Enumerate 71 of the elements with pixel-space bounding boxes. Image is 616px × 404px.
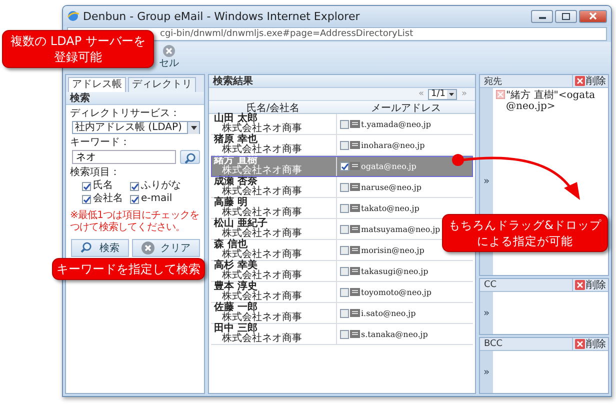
result-row[interactable]: 高杉 幸美 株式会社ネオ商事 takasugi@neo.jp [211,261,473,282]
company-name: 株式会社ネオ商事 [222,208,303,218]
result-row[interactable]: 山田 太郎 株式会社ネオ商事 t.yamada@neo.jp [211,114,473,135]
window-title: Denbun - Group eMail - Windows Internet Explorer [83,10,360,22]
company-name: 株式会社ネオ商事 [221,313,303,323]
panel-header: 検索結果 [209,75,475,88]
recipient-label: BCC [484,339,503,349]
company-name: 株式会社ネオ商事 [222,292,303,302]
company-name: 株式会社ネオ商事 [222,166,303,176]
contact-name: 高藤 明 [214,198,248,208]
search-button[interactable]: 検索 [70,239,128,257]
result-row[interactable]: 田中 三郎 株式会社ネオ商事 s.tanaka@neo.jp [211,324,473,345]
email-address: takasugi@neo.jp [361,266,428,276]
email-address: takato@neo.jp [361,204,420,212]
company-name: 株式会社ネオ商事 [222,250,303,260]
recipient-entry[interactable]: "緒方 直樹"<ogata@neo.jp> [506,90,605,112]
tab[interactable]: ディレクトリ [128,77,196,92]
email-address: toyomoto@neo.jp [361,288,432,296]
email-address: s.tanaka@neo.jp [361,330,428,338]
field-label: 検索項目： [70,167,121,178]
delete-button[interactable]: 削除 [572,278,608,292]
contact-name: 豊本 淳史 [214,282,258,292]
cancel-button[interactable]: セル [159,44,179,70]
company-name: 株式会社ネオ商事 [222,187,303,197]
address-text[interactable]: cgi-bin/dnwml/dnwmljs.exe#page=AddressDirectoryList [160,29,414,39]
recipient-label: CC [484,280,497,290]
contact-name: 松山 亜紀子 [214,219,268,229]
field-label: ディレクトリサービス： [70,108,181,119]
email-address: i.sato@neo.jp [361,308,416,318]
annotation-text: 登録可能 [54,49,102,65]
email-address: ogata@neo.jp [361,162,416,170]
contact-name: 山田 太郎 [214,114,258,124]
annotation-text: キーワードを指定して検索 [56,261,200,277]
company-name: 株式会社ネオ商事 [221,145,303,155]
email-address: t.yamada@neo.jp [361,120,431,128]
delete-button[interactable]: 削除 [572,338,608,350]
keyword-field[interactable]: ネオ [72,150,176,164]
email-address: matsuyama@neo.jp [361,224,440,234]
warning-note: ※最低1つは項目にチェックをつけて検索してください。 [70,210,200,234]
checkbox[interactable]: e-mail [130,193,186,205]
move-button[interactable]: » [483,308,490,318]
tab[interactable]: アドレス帳 [68,77,126,92]
contact-name: 高杉 幸美 [214,261,258,271]
company-name: 株式会社ネオ商事 [222,124,303,134]
contact-name: 猪原 幸也 [214,135,258,145]
email-address: morisin@neo.jp [361,246,424,254]
page-select[interactable]: 1/1 [428,88,458,100]
email-address: naruse@neo.jp [361,182,422,192]
contact-name: 佐藤 一郎 [214,303,258,313]
directory-select[interactable]: 社内アドレス帳 (LDAP) [72,121,200,134]
company-name: 株式会社ネオ商事 [221,334,303,344]
company-name: 株式会社ネオ商事 [222,229,303,239]
checkbox[interactable]: ふりがな [130,180,186,192]
annotation-text: による指定が可能 [477,233,573,249]
result-row[interactable]: 猪原 幸也 株式会社ネオ商事 inohara@neo.jp [211,135,473,156]
checkbox[interactable]: 氏名 [82,180,126,192]
column-header: 氏名/会社名 [246,102,301,114]
clear-button[interactable]: クリア [132,239,200,257]
column-header: メールアドレス [370,102,442,115]
contact-name: 田中 三郎 [214,324,258,334]
email-address: inohara@neo.jp [361,140,425,150]
checkbox[interactable]: 会社名 [82,193,126,205]
section-header: 検索 [66,92,204,105]
contact-name: 森 信也 [214,240,248,250]
move-button[interactable]: » [483,366,490,378]
company-name: 株式会社ネオ商事 [222,271,303,281]
annotation-text: 複数の LDAP サーバーを [10,33,146,49]
field-label: キーワード： [70,137,131,148]
recipient-label: 宛先 [484,76,502,88]
delete-button[interactable]: 削除 [572,74,608,88]
move-button[interactable]: » [483,176,490,187]
